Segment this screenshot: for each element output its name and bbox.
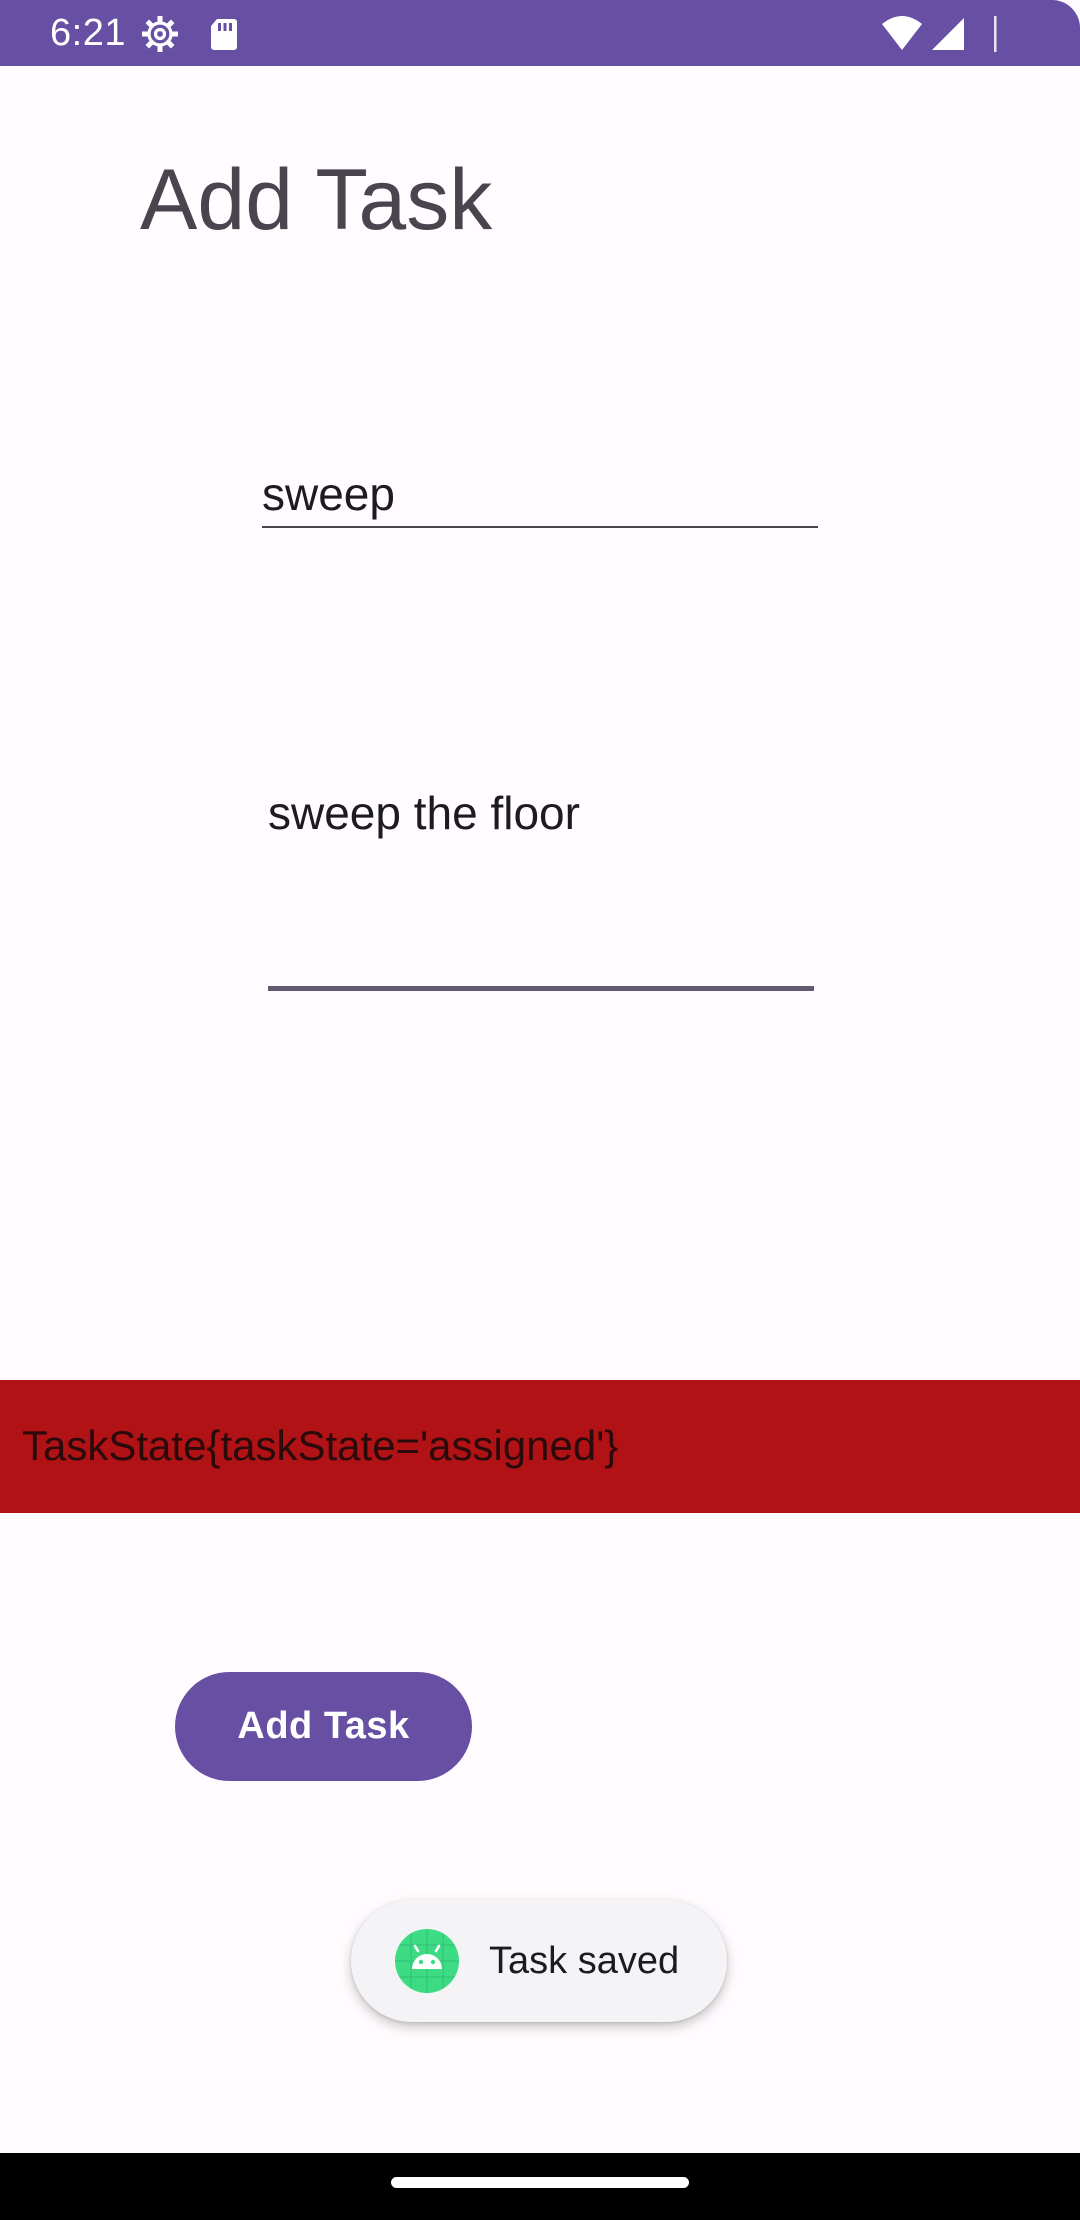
navigation-bar [0, 2153, 1080, 2220]
task-state-text: TaskState{taskState='assigned'} [22, 1422, 619, 1469]
task-state-banner: TaskState{taskState='assigned'} [0, 1380, 1080, 1513]
add-task-button[interactable]: Add Task [175, 1672, 472, 1781]
task-description-field[interactable]: sweep the floor [268, 780, 814, 991]
toast-message: Task saved [351, 1900, 727, 2022]
settings-gear-icon [142, 16, 178, 52]
wifi-icon [882, 16, 922, 50]
toast-text: Task saved [489, 1940, 680, 1982]
page-title: Add Task [140, 152, 493, 248]
home-indicator[interactable] [391, 2177, 689, 2188]
battery-icon [994, 16, 997, 52]
cellular-signal-icon [932, 18, 964, 50]
task-name-value: sweep [262, 468, 395, 520]
android-app-icon [395, 1929, 459, 1993]
sd-card-icon [211, 19, 237, 50]
status-time: 6:21 [50, 12, 126, 54]
task-description-value: sweep the floor [268, 787, 580, 839]
task-name-field[interactable]: sweep [262, 462, 818, 528]
status-bar: 6:21 [0, 0, 1080, 66]
